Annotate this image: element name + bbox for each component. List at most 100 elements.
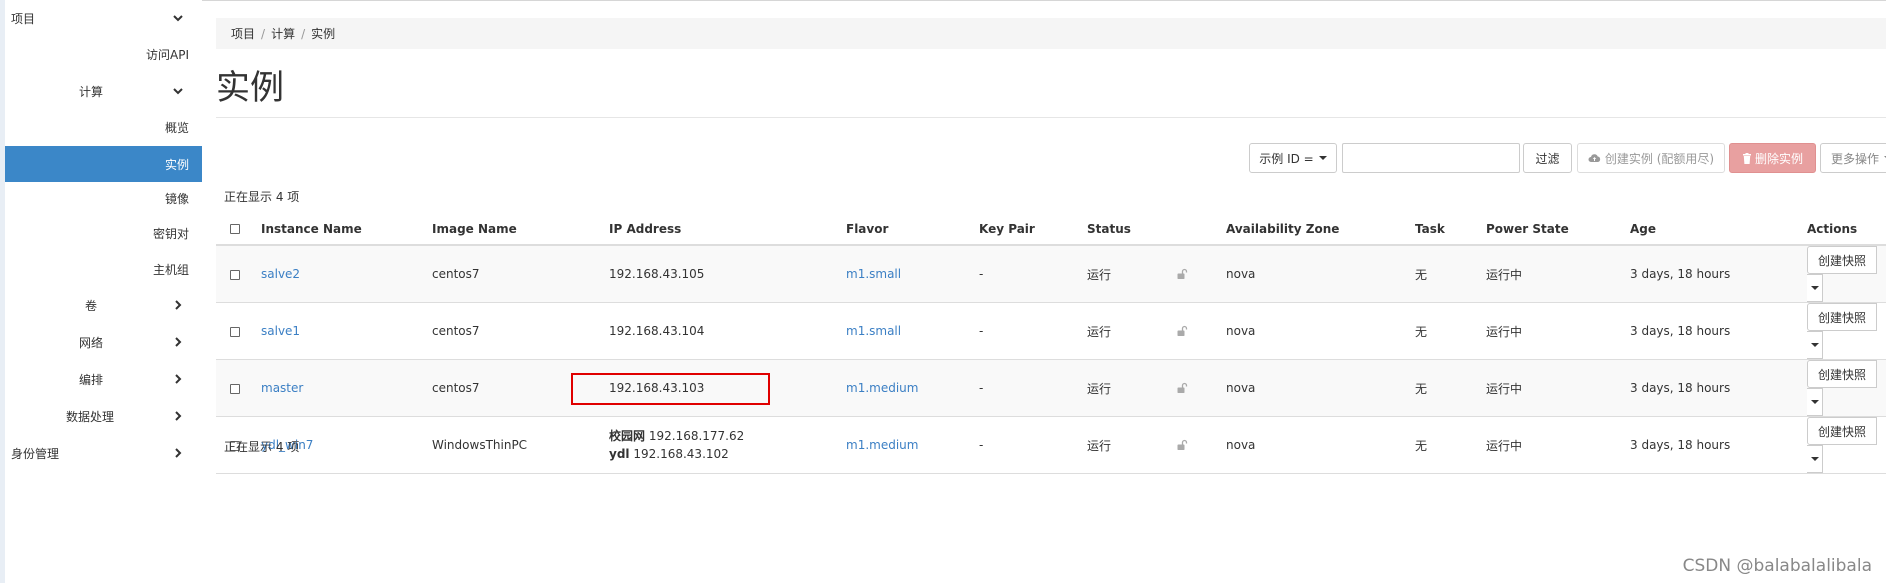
instance-name-link[interactable]: salve1 [261, 324, 300, 338]
ip-address-cell: 192.168.43.105 [609, 244, 846, 303]
more-actions-button[interactable]: 更多操作 [1820, 143, 1886, 173]
availability-zone-cell: nova [1226, 244, 1415, 303]
row-actions-dropdown[interactable] [1807, 388, 1823, 416]
status-cell: 运行 [1087, 244, 1176, 303]
create-instance-label: 创建实例 (配额用尽) [1604, 151, 1715, 166]
actions-cell: 创建快照 [1807, 244, 1886, 303]
flavor-link[interactable]: m1.medium [846, 381, 918, 395]
table-header-row: Instance Name Image Name IP Address Flav… [216, 213, 1886, 246]
table-row: master centos7 192.168.43.103 m1.medium … [216, 359, 1886, 417]
delete-instances-button[interactable]: 删除实例 [1729, 143, 1816, 173]
row-select-cell [216, 302, 261, 360]
breadcrumb-item-compute[interactable]: 计算 [271, 25, 295, 42]
row-checkbox[interactable] [230, 326, 240, 337]
ip-address-cell: 192.168.43.104 [609, 302, 846, 360]
row-checkbox[interactable] [230, 383, 240, 394]
row-actions-dropdown[interactable] [1807, 445, 1823, 473]
instances-table: Instance Name Image Name IP Address Flav… [216, 213, 1886, 474]
key-pair-cell: - [979, 244, 1087, 303]
ip-value: 192.168.43.104 [609, 324, 705, 338]
sidebar-item-overview[interactable]: 概览 [5, 115, 202, 139]
image-name-cell: WindowsThinPC [432, 416, 609, 474]
sidebar-item-project[interactable]: 项目 [5, 5, 202, 31]
chevron-right-icon [170, 445, 186, 461]
sidebar-item-api-access[interactable]: 访问API [5, 42, 202, 66]
status-cell: 运行 [1087, 416, 1176, 474]
actions-cell: 创建快照 [1807, 416, 1886, 474]
unlock-icon [1176, 439, 1226, 451]
sidebar-item-instances[interactable]: 实例 [5, 146, 202, 182]
sidebar-item-label: 编排 [79, 372, 104, 387]
column-header-status[interactable]: Status [1087, 213, 1176, 246]
sidebar-item-server-groups[interactable]: 主机组 [5, 257, 202, 281]
column-header-image-name[interactable]: Image Name [432, 213, 609, 246]
column-header-instance-name[interactable]: Instance Name [261, 213, 432, 246]
sidebar-item-label: 项目 [11, 11, 36, 26]
sidebar-item-images[interactable]: 镜像 [5, 186, 202, 210]
chevron-right-icon [170, 334, 186, 350]
key-pair-cell: - [979, 302, 1087, 360]
sidebar-item-label: 概览 [164, 120, 189, 135]
sidebar-item-network[interactable]: 网络 [5, 330, 202, 354]
create-snapshot-button[interactable]: 创建快照 [1807, 303, 1878, 331]
age-cell: 3 days, 18 hours [1630, 359, 1807, 417]
unlock-icon [1176, 268, 1226, 280]
sidebar-item-label: 实例 [164, 157, 189, 172]
column-header-task[interactable]: Task [1415, 213, 1486, 246]
unlock-icon [1176, 382, 1226, 394]
caret-down-icon [1810, 286, 1819, 290]
instance-name-link[interactable]: master [261, 381, 303, 395]
ip-value: 192.168.177.62 [648, 429, 745, 443]
table-row: salve2 centos7 192.168.43.105 m1.small -… [216, 244, 1886, 303]
row-actions-dropdown[interactable] [1807, 274, 1823, 302]
sidebar-item-identity[interactable]: 身份管理 [5, 441, 202, 465]
filter-button[interactable]: 过滤 [1523, 143, 1572, 173]
chevron-right-icon [170, 371, 186, 387]
sidebar-item-orchestration[interactable]: 编排 [5, 367, 202, 391]
create-snapshot-button[interactable]: 创建快照 [1807, 417, 1878, 445]
sidebar-item-label: 身份管理 [11, 446, 60, 461]
key-pair-cell: - [979, 359, 1087, 417]
sidebar-item-key-pairs[interactable]: 密钥对 [5, 221, 202, 245]
top-border [0, 0, 1886, 1]
flavor-link[interactable]: m1.small [846, 267, 901, 281]
create-snapshot-button[interactable]: 创建快照 [1807, 360, 1878, 388]
ip-address-cell: 校园网 192.168.177.62 ydl 192.168.43.102 [609, 416, 846, 474]
sidebar-item-compute[interactable]: 计算 [5, 79, 202, 103]
instance-name-link[interactable]: salve2 [261, 267, 300, 281]
row-checkbox[interactable] [230, 269, 240, 280]
column-header-actions: Actions [1807, 213, 1886, 246]
breadcrumb-item-project[interactable]: 项目 [231, 25, 255, 42]
ip-value: 192.168.43.105 [609, 267, 705, 281]
sidebar-item-label: 主机组 [152, 262, 189, 277]
column-header-availability-zone[interactable]: Availability Zone [1226, 213, 1415, 246]
power-state-cell: 运行中 [1486, 244, 1630, 303]
column-header-ip-address[interactable]: IP Address [609, 213, 846, 246]
create-snapshot-button[interactable]: 创建快照 [1807, 246, 1878, 274]
status-cell: 运行 [1087, 302, 1176, 360]
sidebar-item-label: 镜像 [164, 191, 189, 206]
filter-field-dropdown[interactable]: 示例 ID = [1249, 143, 1337, 173]
filter-input[interactable] [1342, 143, 1520, 173]
flavor-link[interactable]: m1.medium [846, 438, 918, 452]
filter-button-label: 过滤 [1535, 151, 1560, 166]
caret-down-icon [1810, 457, 1819, 461]
availability-zone-cell: nova [1226, 416, 1415, 474]
item-count-bottom: 正在显示 4 项 [224, 440, 300, 454]
column-header-power-state[interactable]: Power State [1486, 213, 1630, 246]
task-cell: 无 [1415, 302, 1486, 360]
create-instance-button[interactable]: 创建实例 (配额用尽) [1577, 143, 1725, 173]
actions-cell: 创建快照 [1807, 302, 1886, 360]
column-header-flavor[interactable]: Flavor [846, 213, 979, 246]
sidebar-item-volumes[interactable]: 卷 [5, 293, 202, 317]
table-row: salve1 centos7 192.168.43.104 m1.small -… [216, 302, 1886, 360]
caret-down-icon [1318, 156, 1327, 160]
column-header-key-pair[interactable]: Key Pair [979, 213, 1087, 246]
column-header-age[interactable]: Age [1630, 213, 1807, 246]
filter-field-label: 示例 ID = [1259, 151, 1314, 166]
select-all-checkbox[interactable] [230, 224, 240, 234]
power-state-cell: 运行中 [1486, 359, 1630, 417]
row-actions-dropdown[interactable] [1807, 331, 1823, 359]
sidebar-item-data-processing[interactable]: 数据处理 [5, 404, 202, 428]
flavor-link[interactable]: m1.small [846, 324, 901, 338]
